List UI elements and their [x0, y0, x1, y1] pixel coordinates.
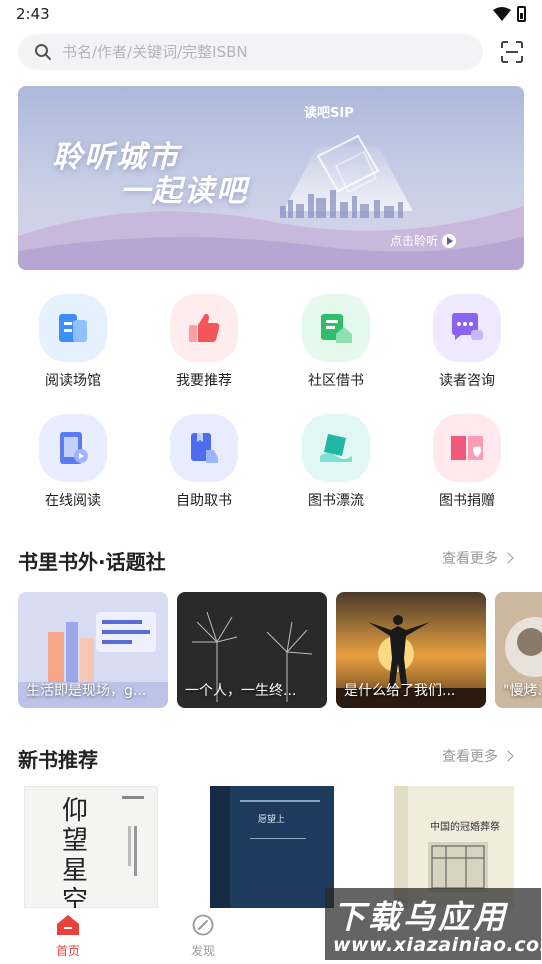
service-label: 自助取书	[176, 493, 232, 509]
topic-card[interactable]: 是什么给了我们...	[336, 592, 486, 708]
watermark-url: www.xiazainiao.com	[333, 934, 542, 956]
scan-icon[interactable]	[500, 40, 524, 64]
battery-icon	[517, 6, 526, 22]
chat-bubble-icon	[433, 294, 501, 362]
topic-caption: "慢烤...	[503, 683, 542, 699]
more-label: 查看更多	[442, 551, 498, 567]
nav-home[interactable]: 首页	[28, 914, 108, 959]
book-title: 中国的冠婚葬祭	[430, 822, 500, 833]
wifi-icon	[493, 7, 511, 21]
topics-section-title: 书里书外·话题社	[18, 550, 166, 574]
tablet-icon	[39, 414, 107, 482]
pickup-icon	[170, 414, 238, 482]
chevron-right-icon	[502, 552, 514, 564]
book-title: 仰望星空	[62, 796, 89, 908]
heart-book-icon	[433, 414, 501, 482]
listen-button[interactable]: 点击聆听	[390, 232, 457, 249]
nav-discover[interactable]: 发现	[163, 914, 243, 959]
service-reading-venue[interactable]: 阅读场馆	[18, 294, 128, 390]
banner-title-line2: 一起读吧	[120, 174, 248, 209]
search-icon	[35, 44, 51, 60]
play-icon	[442, 233, 457, 248]
home-icon	[57, 915, 79, 935]
topic-card[interactable]: "慢烤...	[495, 592, 542, 708]
service-book-donation[interactable]: 图书捐赠	[412, 414, 522, 510]
new-books-more-link[interactable]: 查看更多	[442, 746, 514, 766]
watermark-main-text: 下载乌应用	[333, 898, 509, 936]
status-time: 2:43	[16, 5, 50, 23]
book-cover-art	[210, 786, 334, 908]
service-label: 读者咨询	[439, 373, 495, 389]
topics-list: 生活即是现场，g... 一个人，一生终... 是什么给了我们... "慢烤.	[18, 592, 542, 708]
search-input[interactable]	[60, 42, 444, 62]
service-recommend[interactable]: 我要推荐	[149, 294, 259, 390]
book-title: 愿望上	[258, 815, 286, 825]
drift-icon	[302, 414, 370, 482]
promo-banner[interactable]: 读吧SIP 聆听城市 一起读吧 点击聆听	[18, 86, 524, 270]
service-online-reading[interactable]: 在线阅读	[18, 414, 128, 510]
service-label: 图书漂流	[308, 493, 364, 509]
book-cover[interactable]: 仰望星空	[23, 786, 159, 908]
watermark-overlay: 下载乌应用 www.xiazainiao.com	[325, 888, 542, 960]
topic-caption: 是什么给了我们...	[344, 683, 456, 699]
service-book-drift[interactable]: 图书漂流	[281, 414, 391, 510]
status-bar: 2:43	[0, 0, 542, 28]
topic-caption: 一个人，一生终...	[185, 683, 297, 699]
thumbs-up-icon	[170, 294, 238, 362]
status-icons	[493, 6, 526, 22]
search-bar[interactable]	[18, 34, 483, 70]
chevron-right-icon	[502, 750, 514, 762]
topics-more-link[interactable]: 查看更多	[442, 548, 514, 568]
new-books-section-title: 新书推荐	[18, 748, 98, 772]
compass-icon	[192, 914, 214, 936]
house-book-icon	[302, 294, 370, 362]
service-self-pickup[interactable]: 自助取书	[149, 414, 259, 510]
topic-card[interactable]: 一个人，一生终...	[177, 592, 327, 708]
service-label: 在线阅读	[45, 493, 101, 509]
service-label: 阅读场馆	[45, 373, 101, 389]
banner-brand: 读吧SIP	[304, 106, 354, 121]
service-reader-consult[interactable]: 读者咨询	[412, 294, 522, 390]
listen-label: 点击聆听	[390, 234, 439, 248]
more-label: 查看更多	[442, 749, 498, 765]
nav-label: 发现	[190, 944, 215, 958]
nav-label: 首页	[55, 944, 80, 958]
topic-caption: 生活即是现场，g...	[26, 683, 147, 699]
service-label: 图书捐赠	[439, 493, 495, 509]
service-label: 我要推荐	[176, 373, 232, 389]
service-community-borrow[interactable]: 社区借书	[281, 294, 391, 390]
service-label: 社区借书	[308, 373, 364, 389]
book-cover[interactable]: 愿望上	[210, 786, 334, 908]
topic-card[interactable]: 生活即是现场，g...	[18, 592, 168, 708]
building-icon	[39, 294, 107, 362]
